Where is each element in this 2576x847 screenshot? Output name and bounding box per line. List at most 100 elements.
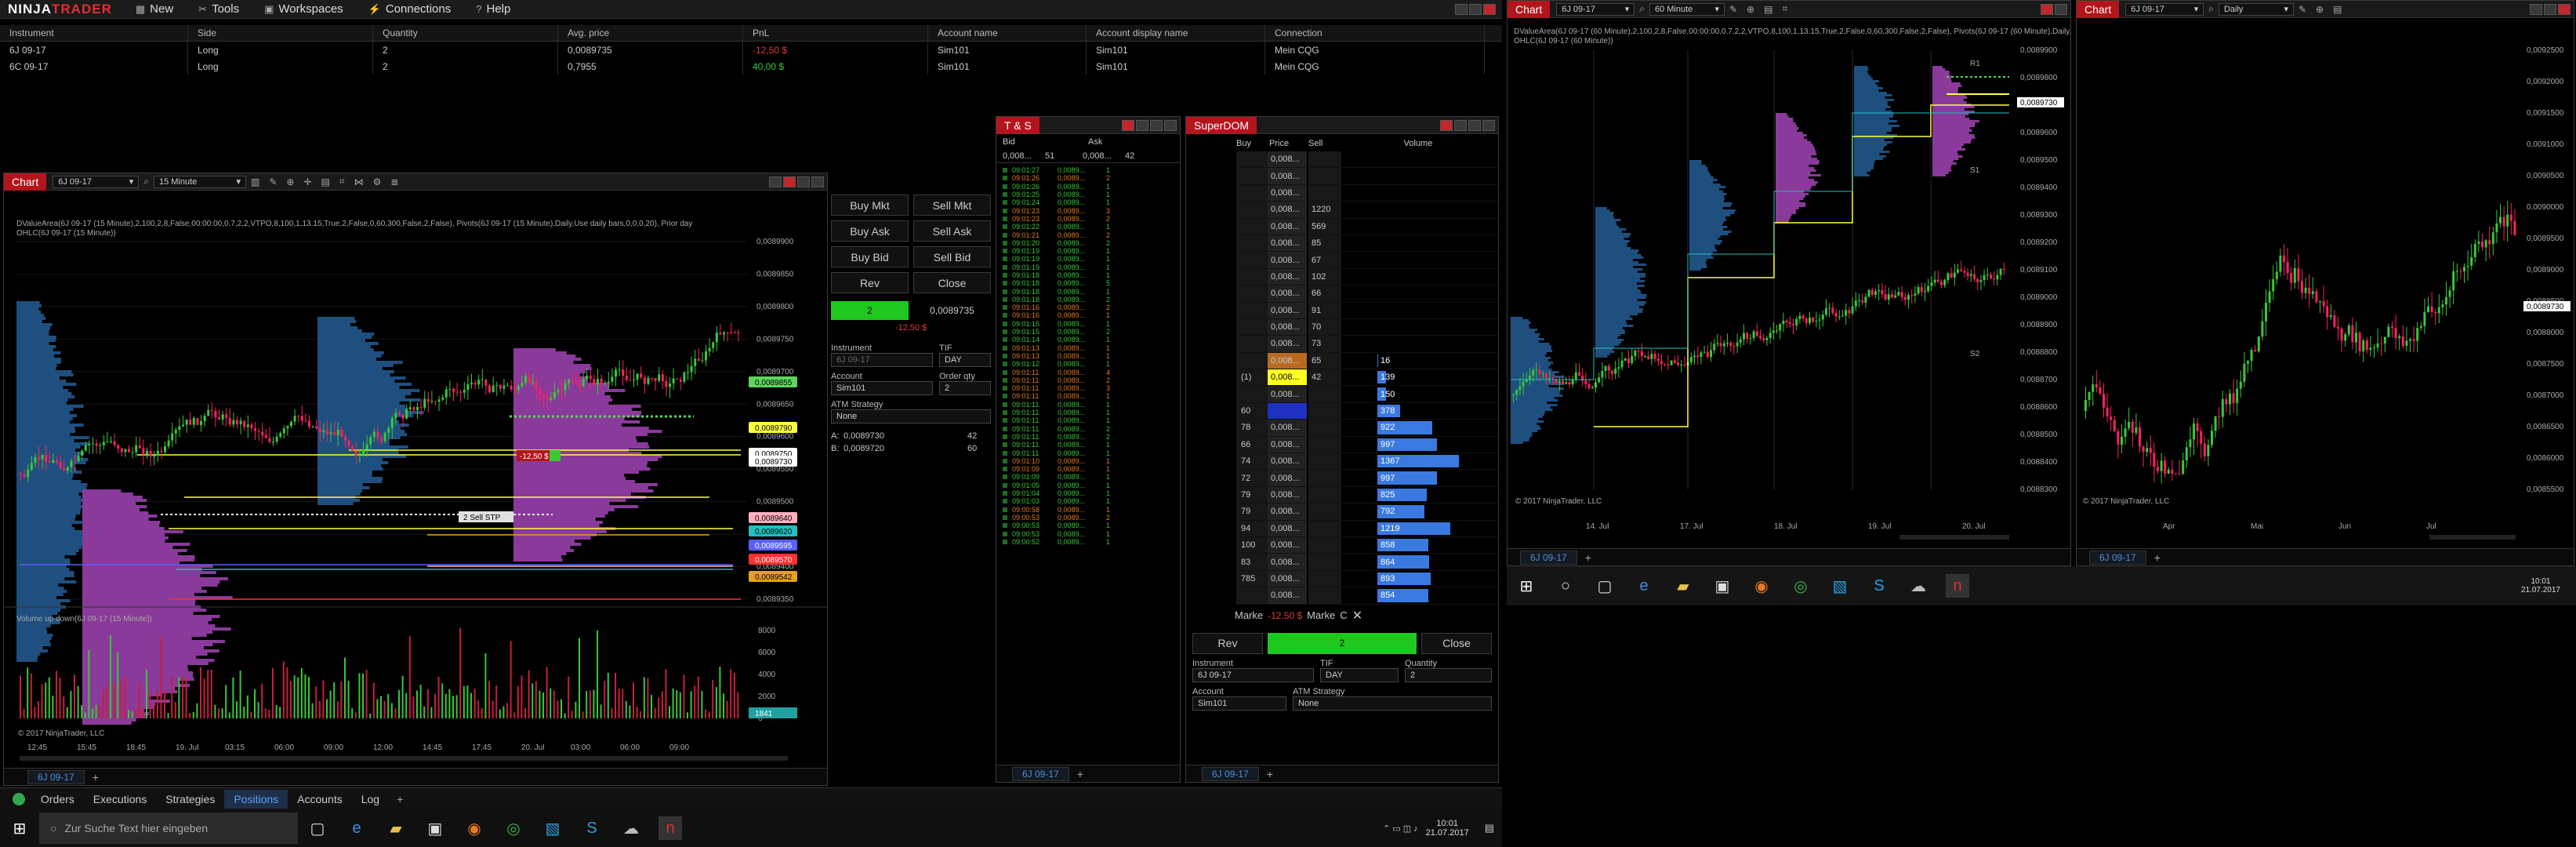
dom-row[interactable]: 79 0,008... 792 — [1236, 503, 1498, 521]
firefox-icon[interactable]: ◉ — [1750, 574, 1773, 598]
buy-market-button[interactable]: Buy Mkt — [831, 194, 909, 216]
maximize-button[interactable] — [1468, 119, 1481, 131]
menu-connections[interactable]: ⚡ Connections — [356, 0, 464, 19]
ts-tab[interactable]: 6J 09-17 — [1012, 766, 1069, 781]
dom-reverse-button[interactable]: Rev — [1192, 632, 1263, 654]
dom-row[interactable]: 0,008... 65 16 — [1236, 352, 1498, 370]
add-tab-button[interactable]: + — [2146, 551, 2168, 564]
tab-positions[interactable]: Positions — [224, 789, 288, 809]
search-icon[interactable]: ○ — [1554, 574, 1577, 598]
buy-bid-button[interactable]: Buy Bid — [831, 246, 909, 267]
dom-sell-cell[interactable]: 85 — [1308, 234, 1341, 252]
dom-instrument-select[interactable]: 6J 09-17 — [1192, 667, 1314, 682]
close-c-button[interactable]: C — [1340, 609, 1347, 621]
ts-list[interactable]: 09:01:27 0,0089... 1 09:01:26 0,0089... 2 09:0… — [996, 163, 1180, 546]
close-button[interactable] — [1483, 3, 1496, 15]
tray-icons[interactable]: ⌃ ▭ ◫ ♪ — [1383, 823, 1418, 834]
dom-buy-cell[interactable] — [1236, 318, 1268, 336]
minimize-button[interactable] — [1136, 119, 1148, 131]
dom-sell-cell[interactable]: 67 — [1308, 252, 1341, 268]
dom-row[interactable]: 0,008... 73 — [1236, 336, 1498, 353]
dom-sell-cell[interactable]: 73 — [1308, 336, 1341, 352]
minimize-button[interactable] — [2055, 3, 2067, 15]
templates-icon[interactable]: ⚙ — [368, 176, 386, 187]
dom-row[interactable]: 0,008... — [1236, 151, 1498, 169]
dom-row[interactable]: 0,008... 70 — [1236, 318, 1498, 336]
dom-buy-cell[interactable]: (1) — [1236, 369, 1268, 386]
column-header[interactable]: Connection — [1265, 25, 1485, 41]
chrome-icon[interactable]: ◎ — [1789, 574, 1812, 598]
explorer-icon[interactable]: ▰ — [1671, 574, 1695, 598]
explorer-icon[interactable]: ▰ — [384, 816, 408, 840]
dom-sell-cell[interactable] — [1308, 184, 1341, 202]
interval-selector[interactable]: 15 Minute ▾ — [153, 175, 246, 188]
properties-icon[interactable]: ▤ — [2328, 4, 2346, 15]
store-icon[interactable]: ▣ — [1711, 574, 1734, 598]
dom-row[interactable]: 100 0,008... 858 — [1236, 536, 1498, 554]
restore-button[interactable] — [1164, 119, 1177, 131]
dom-sell-cell[interactable] — [1308, 151, 1341, 168]
dom-buy-cell[interactable] — [1236, 168, 1268, 184]
tab-log[interactable]: Log — [352, 790, 389, 809]
dom-sell-cell[interactable] — [1308, 436, 1341, 453]
properties-icon[interactable]: ▤ — [1759, 4, 1777, 15]
draw-icon[interactable]: ✎ — [1725, 4, 1742, 15]
dom-buy-cell[interactable] — [1236, 285, 1268, 302]
crosshair-icon[interactable]: ✛ — [299, 176, 316, 187]
dom-buy-cell[interactable] — [1236, 218, 1268, 234]
dom-sell-cell[interactable] — [1308, 587, 1341, 604]
buy-ask-button[interactable]: Buy Ask — [831, 220, 909, 242]
draw-icon[interactable]: ✎ — [264, 176, 281, 187]
add-tab-button[interactable]: + — [1577, 551, 1599, 564]
dom-buy-cell[interactable] — [1236, 202, 1268, 218]
skype-icon[interactable]: S — [580, 816, 604, 840]
menu-new[interactable]: ▦ New — [123, 0, 186, 19]
close-button[interactable] — [1122, 119, 1134, 131]
data-box-icon[interactable]: ≣ — [386, 176, 403, 187]
search-icon[interactable]: ⌕ — [1634, 3, 1649, 15]
ninjatrader-taskbar-icon[interactable]: n — [659, 816, 682, 840]
dom-buy-cell[interactable]: 74 — [1236, 453, 1268, 470]
close-position-button[interactable]: Close — [913, 272, 991, 293]
column-header[interactable]: Instrument — [0, 25, 188, 41]
dom-row[interactable]: 0,008... — [1236, 168, 1498, 185]
ninjatrader-taskbar-icon[interactable]: n — [1946, 574, 1969, 598]
dom-row[interactable]: 0,008... 150 — [1236, 386, 1498, 403]
instrument-selector[interactable]: 6J 09-17 ▾ — [53, 175, 140, 188]
dom-buy-cell[interactable]: 785 — [1236, 570, 1268, 587]
column-header[interactable]: Side — [188, 25, 373, 41]
add-tab-button[interactable]: + — [389, 793, 411, 805]
menu-workspaces[interactable]: ▣ Workspaces — [252, 0, 356, 19]
dom-buy-cell[interactable] — [1236, 352, 1268, 369]
draw-icon[interactable]: ✎ — [2294, 4, 2311, 15]
skype-icon[interactable]: S — [1867, 574, 1891, 598]
dom-row[interactable]: 0,008... 569 — [1236, 218, 1498, 235]
edge-icon[interactable]: e — [1632, 574, 1656, 598]
remote-desktop-icon[interactable]: ▧ — [1828, 574, 1852, 598]
chart2-instrument-selector[interactable]: 6J 09-17 ▾ — [1556, 2, 1635, 16]
dom-buy-cell[interactable] — [1236, 151, 1268, 168]
dom-buy-cell[interactable] — [1236, 184, 1268, 202]
minimize-button[interactable] — [2530, 3, 2542, 15]
dom-buy-cell[interactable]: 72 — [1236, 470, 1268, 486]
maximize-button[interactable] — [797, 176, 810, 187]
price-chart-daily[interactable]: 0,00925000,00920000,00915000,00910000,00… — [2077, 19, 2574, 549]
network-app-icon[interactable]: ☁ — [1907, 574, 1930, 598]
dom-row[interactable]: 72 0,008... 997 — [1236, 470, 1498, 487]
tab-executions[interactable]: Executions — [84, 790, 156, 809]
sell-ask-button[interactable]: Sell Ask — [913, 220, 991, 242]
dom-ladder[interactable]: 0,008... 0,008... 0,008... 0,008... 1220 0,00… — [1186, 151, 1498, 605]
dom-buy-cell[interactable] — [1236, 386, 1268, 402]
dom-buy-cell[interactable]: 83 — [1236, 554, 1268, 570]
tif-select[interactable]: DAY — [939, 353, 991, 367]
dom-sell-cell[interactable] — [1308, 470, 1341, 486]
properties-icon[interactable]: ▤ — [317, 176, 335, 187]
dom-row[interactable]: 785 0,008... 893 — [1236, 570, 1498, 588]
dom-sell-cell[interactable] — [1308, 386, 1341, 402]
restore-button[interactable] — [811, 176, 824, 187]
dom-sell-cell[interactable]: 1220 — [1308, 202, 1341, 218]
task-view-icon[interactable]: ▢ — [1593, 574, 1616, 598]
superdom-tab[interactable]: 6J 09-17 — [1202, 766, 1259, 781]
dom-row[interactable]: 79 0,008... 825 — [1236, 486, 1498, 504]
tab-strategies[interactable]: Strategies — [156, 790, 224, 809]
